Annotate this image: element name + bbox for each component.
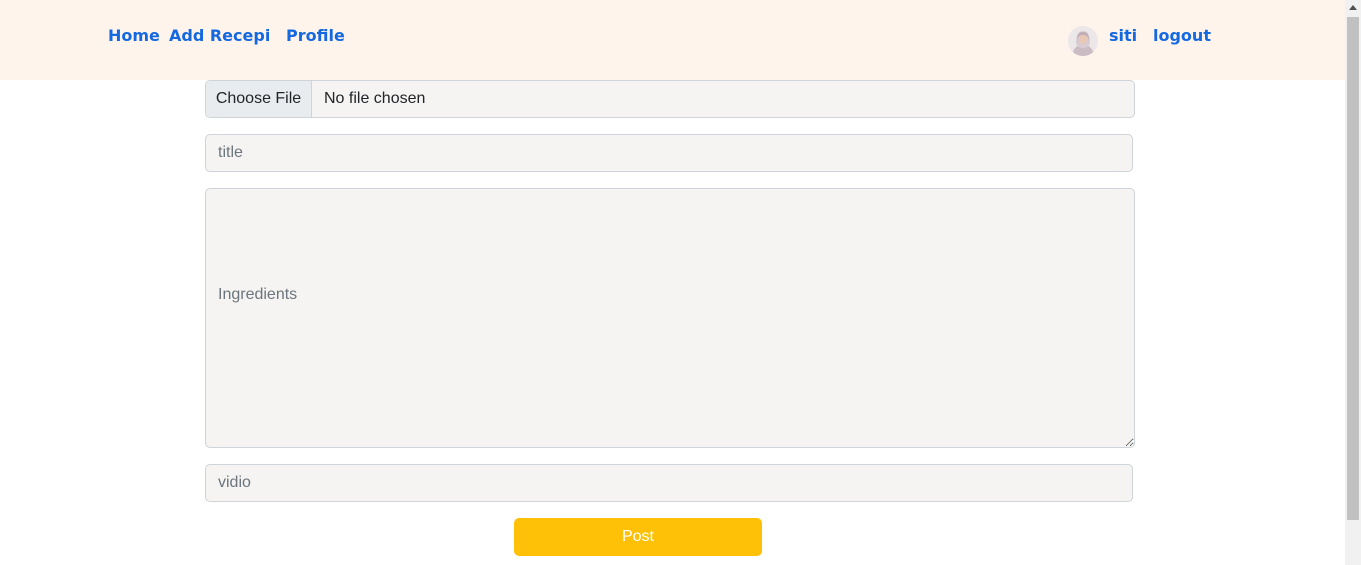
nav-add-recipe-link[interactable]: Add Recepi: [169, 26, 270, 46]
video-input[interactable]: [205, 464, 1133, 502]
recipe-image-file-input[interactable]: Choose File No file chosen: [205, 80, 1135, 118]
avatar-image: [1068, 26, 1098, 56]
nav-logout-link[interactable]: logout: [1153, 26, 1211, 46]
choose-file-button[interactable]: Choose File: [206, 81, 312, 117]
user-avatar-icon[interactable]: [1068, 26, 1098, 56]
ingredients-textarea[interactable]: [205, 188, 1135, 448]
page-scrollbar[interactable]: [1345, 0, 1361, 565]
nav-home-link[interactable]: Home: [108, 26, 160, 46]
title-input[interactable]: [205, 134, 1133, 172]
post-button[interactable]: Post: [514, 518, 762, 556]
nav-username-link[interactable]: siti: [1109, 26, 1137, 46]
file-status-text: No file chosen: [324, 90, 426, 107]
scroll-up-arrow-icon[interactable]: [1349, 5, 1357, 10]
scrollbar-thumb[interactable]: [1347, 17, 1359, 520]
top-navbar: Home Add Recepi Profile siti logout: [0, 0, 1345, 80]
nav-profile-link[interactable]: Profile: [286, 26, 345, 46]
